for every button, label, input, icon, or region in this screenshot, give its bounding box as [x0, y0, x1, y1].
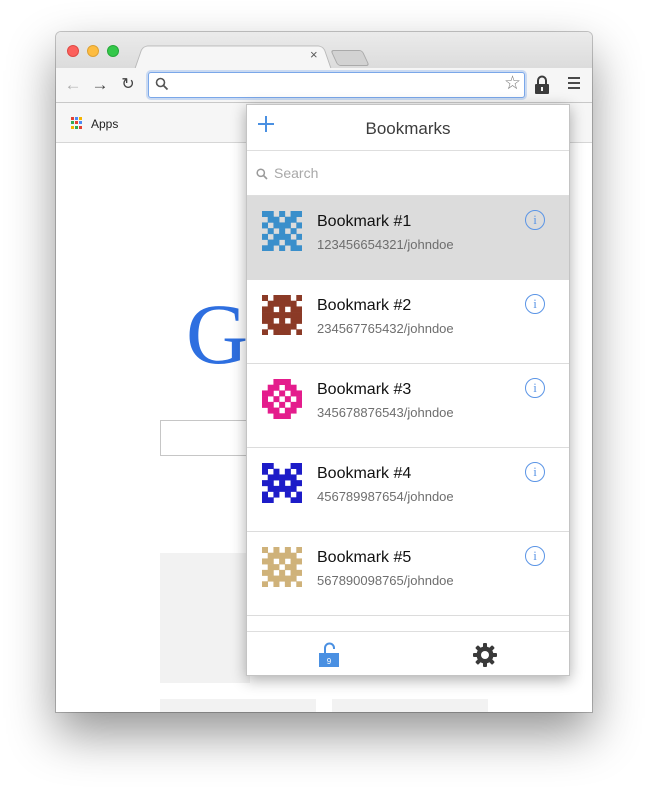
bookmark-row[interactable]: Bookmark #4 456789987654/johndoe i: [247, 448, 569, 532]
bookmarks-popup: Bookmarks Bookmark #1 123456654321/johnd…: [246, 104, 570, 676]
bookmark-account: 456789987654/johndoe: [317, 489, 454, 504]
minimize-window-button[interactable]: [87, 45, 99, 57]
zoom-window-button[interactable]: [107, 45, 119, 57]
popup-footer: 9: [247, 631, 569, 676]
bookmark-row[interactable]: Bookmark #1 123456654321/johndoe i: [247, 196, 569, 280]
address-bar[interactable]: ☆: [148, 72, 525, 98]
search-icon: [155, 77, 169, 91]
bookmark-identicon: [262, 295, 302, 335]
bookmark-title: Bookmark #2: [317, 297, 412, 314]
extension-lock-icon[interactable]: [534, 75, 550, 95]
bookmark-title: Bookmark #4: [317, 465, 412, 482]
apps-link[interactable]: Apps: [91, 117, 118, 131]
popup-header: Bookmarks: [247, 105, 569, 151]
bookmark-account: 345678876543/johndoe: [317, 405, 454, 420]
most-visited-tile[interactable]: [332, 699, 488, 712]
info-icon[interactable]: i: [525, 378, 545, 398]
apps-icon[interactable]: [71, 117, 83, 129]
svg-text:9: 9: [327, 657, 332, 666]
bookmark-account: 234567765432/johndoe: [317, 321, 454, 336]
bookmark-row[interactable]: Bookmark #2 234567765432/johndoe i: [247, 280, 569, 364]
bookmark-identicon: [262, 547, 302, 587]
info-icon[interactable]: i: [525, 210, 545, 230]
most-visited-tile[interactable]: [160, 699, 316, 712]
popup-search-bar: [247, 151, 569, 196]
info-icon[interactable]: i: [525, 462, 545, 482]
google-logo: G: [186, 286, 249, 382]
bookmark-title: Bookmark #5: [317, 549, 412, 566]
title-bar: ×: [56, 32, 592, 70]
back-button[interactable]: ←: [63, 75, 83, 95]
reload-button[interactable]: ↻: [118, 75, 138, 95]
bookmark-identicon: [262, 379, 302, 419]
menu-icon[interactable]: [568, 77, 580, 92]
bookmark-title: Bookmark #3: [317, 381, 412, 398]
info-icon[interactable]: i: [525, 546, 545, 566]
popup-title: Bookmarks: [365, 119, 451, 138]
tab-close-icon[interactable]: ×: [310, 48, 318, 62]
most-visited-tile[interactable]: [160, 553, 250, 683]
forward-button[interactable]: →: [90, 75, 110, 95]
bookmark-account: 123456654321/johndoe: [317, 237, 454, 252]
bookmark-identicon: [262, 211, 302, 251]
bookmark-list: Bookmark #1 123456654321/johndoe i Bookm…: [247, 196, 569, 616]
bookmark-search-input[interactable]: [274, 163, 554, 183]
browser-toolbar: ← → ↻ ☆: [56, 68, 592, 103]
info-icon[interactable]: i: [525, 294, 545, 314]
browser-tab[interactable]: [134, 45, 332, 70]
bookmark-account: 567890098765/johndoe: [317, 573, 454, 588]
gear-icon[interactable]: [472, 642, 498, 668]
bookmark-row[interactable]: Bookmark #5 567890098765/johndoe i: [247, 532, 569, 616]
search-icon: [256, 168, 268, 180]
bookmark-identicon: [262, 463, 302, 503]
unlocked-padlock-icon[interactable]: 9: [318, 642, 340, 668]
bookmark-star-icon[interactable]: ☆: [504, 74, 521, 94]
new-tab-button[interactable]: [330, 50, 370, 66]
bookmark-row[interactable]: Bookmark #3 345678876543/johndoe i: [247, 364, 569, 448]
bookmark-title: Bookmark #1: [317, 213, 412, 230]
close-window-button[interactable]: [67, 45, 79, 57]
